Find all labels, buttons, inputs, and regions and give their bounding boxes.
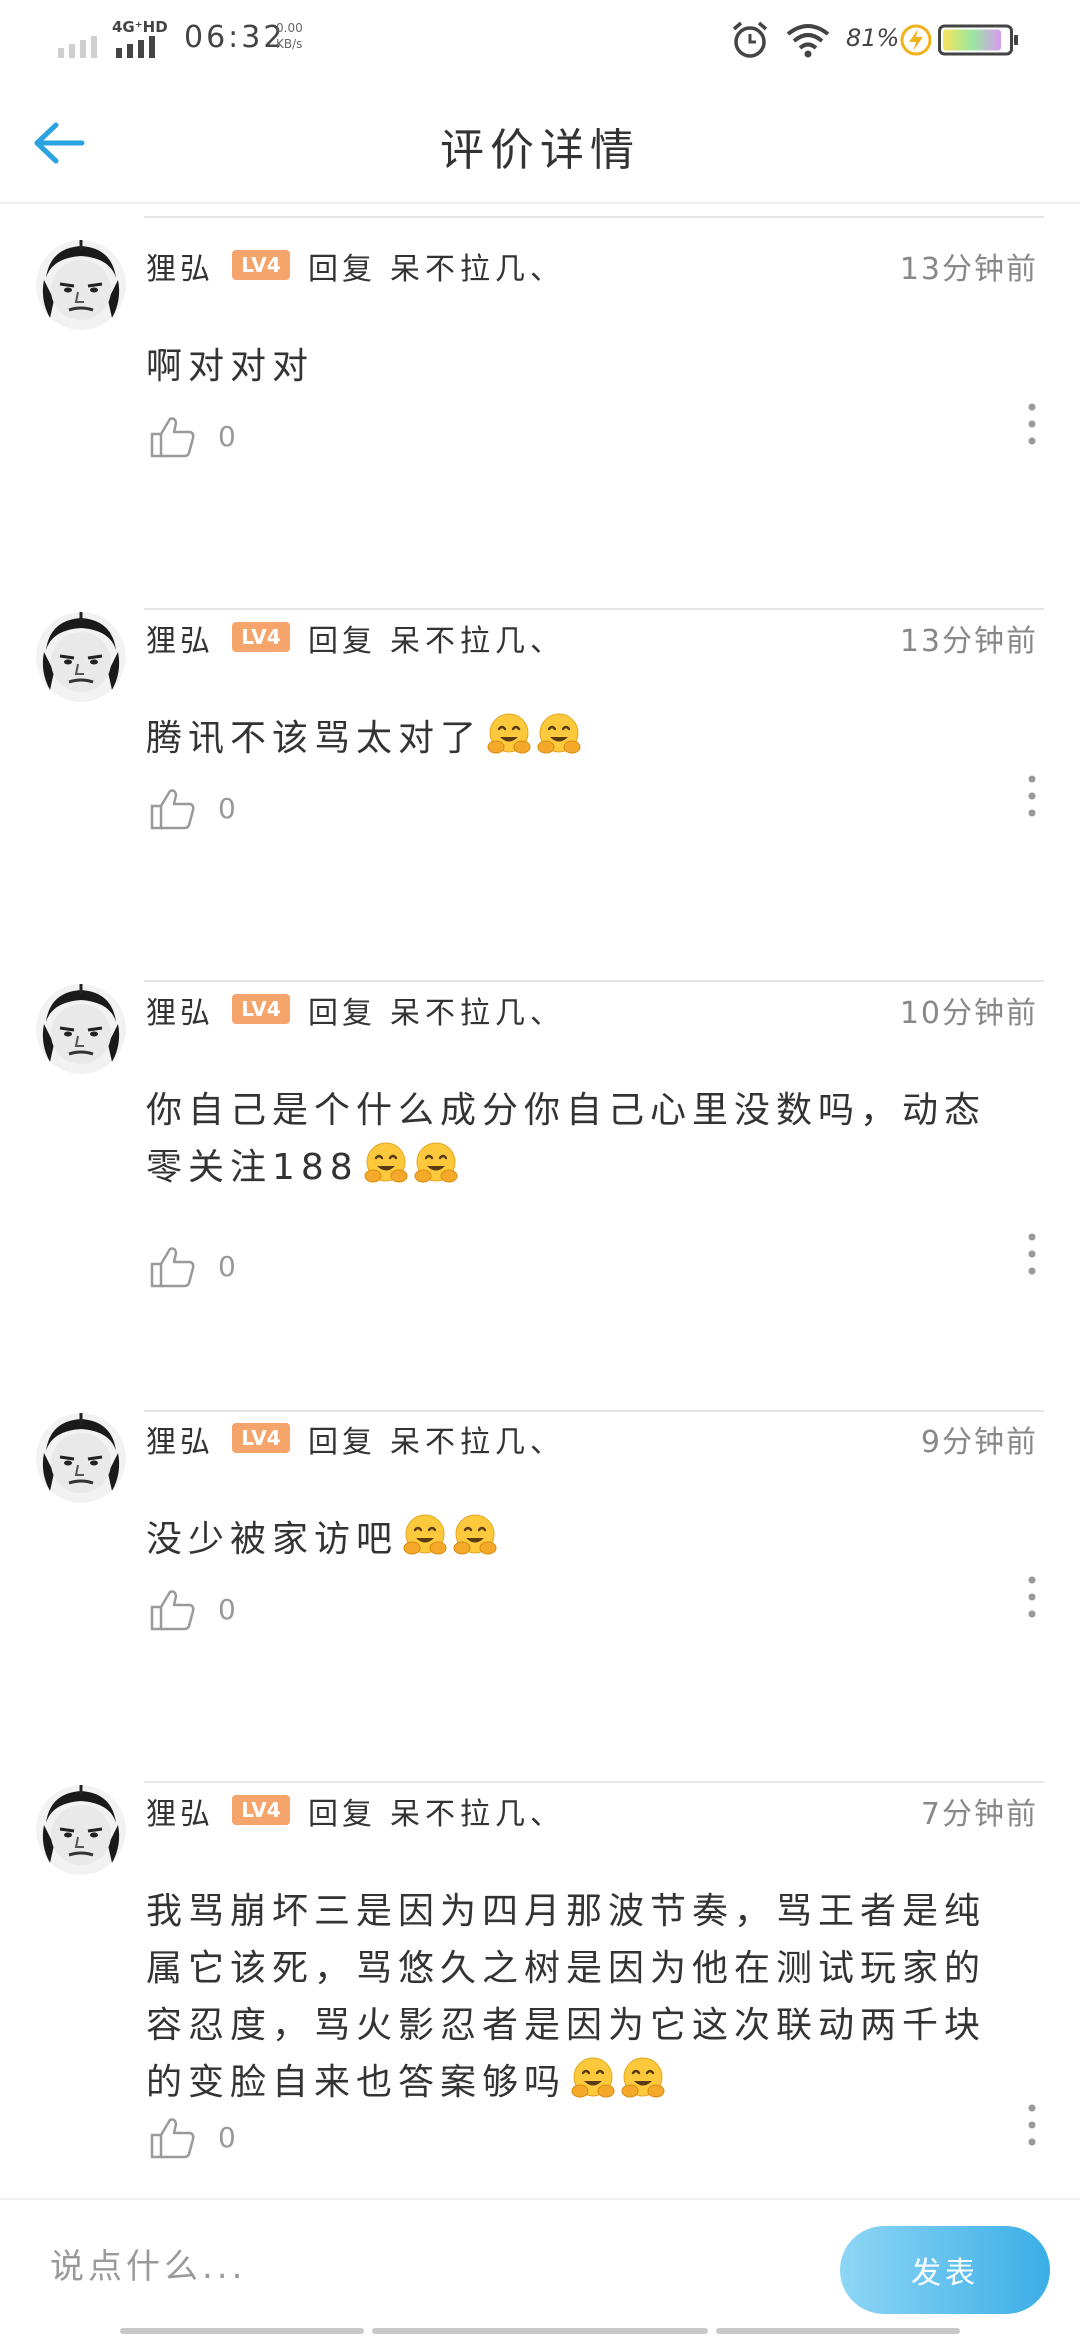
more-options-icon[interactable] [1028,2103,1036,2147]
reply-text-body: 你自己是个什么成分你自己心里没数吗，动态零关注188 [146,1090,987,1188]
alarm-icon [732,21,768,58]
user-name[interactable]: 狸弘 [146,616,214,660]
reply-text: 我骂崩坏三是因为四月那波节奏，骂王者是纯属它该死，骂悠久之树是因为他在测试玩家的… [146,1883,1026,2111]
user-name[interactable]: 狸弘 [146,988,214,1032]
level-badge: LV4 [232,994,290,1024]
timestamp: 9分钟前 [920,1425,1038,1460]
comment-composer: 发表 [0,2198,1080,2342]
hugging-face-emoji [487,713,531,754]
battery-percent: 81% [846,24,900,52]
more-options-icon[interactable] [1028,1575,1036,1619]
divider [144,608,1044,610]
nav-handle [372,2328,708,2334]
reply-text-body: 腾讯不该骂太对了 [146,718,483,759]
page-title: 评价详情 [440,125,640,176]
divider [144,1781,1044,1783]
reply-label: 回复 [308,1425,376,1460]
avatar[interactable] [36,1785,126,1875]
timestamp: 13分钟前 [899,252,1038,287]
divider [144,216,1044,218]
reply-label: 回复 [308,996,376,1031]
speed-unit: KB/s [276,37,303,51]
avatar[interactable] [36,984,126,1074]
header-bar: 评价详情 [0,80,1080,204]
hugging-face-emoji [364,1142,408,1183]
avatar[interactable] [36,612,126,702]
battery-icon [938,24,1018,56]
user-name[interactable]: 狸弘 [146,1417,214,1461]
reply-label: 回复 [308,1797,376,1832]
nav-handle [120,2328,364,2334]
like-count: 0 [218,2121,236,2154]
timestamp: 10分钟前 [899,996,1038,1031]
thumbs-up-icon[interactable] [150,2117,196,2159]
network-speed: 0.00 KB/s [276,20,303,52]
like-count: 0 [218,1593,236,1626]
thumbs-up-icon[interactable] [150,1589,196,1631]
hugging-face-emoji [537,713,581,754]
divider [144,1410,1044,1412]
level-badge: LV4 [232,1423,290,1453]
reply-target-name[interactable]: 呆不拉几、 [390,1789,565,1833]
reply-label: 回复 [308,252,376,287]
thumbs-up-icon[interactable] [150,416,196,458]
reply-text: 腾讯不该骂太对了 [146,710,1026,767]
more-options-icon[interactable] [1028,774,1036,818]
reply-target-name[interactable]: 呆不拉几、 [390,244,565,288]
hugging-face-emoji [571,2057,615,2098]
like-count: 0 [218,420,236,453]
reply-text-body: 我骂崩坏三是因为四月那波节奏，骂王者是纯属它该死，骂悠久之树是因为他在测试玩家的… [146,1891,987,2103]
reply-target-name[interactable]: 呆不拉几、 [390,988,565,1032]
send-button[interactable]: 发表 [840,2226,1050,2314]
like-count: 0 [218,1250,236,1283]
reply-text: 没少被家访吧 [146,1511,1026,1568]
reply-target-name[interactable]: 呆不拉几、 [390,1417,565,1461]
nav-handle [716,2328,960,2334]
divider [144,980,1044,982]
thumbs-up-icon[interactable] [150,1246,196,1288]
charging-icon [900,24,932,56]
hugging-face-emoji [453,1514,497,1555]
speed-value: 0.00 [276,21,303,35]
level-badge: LV4 [232,250,290,280]
thumbs-up-icon[interactable] [150,788,196,830]
reply-text: 你自己是个什么成分你自己心里没数吗，动态零关注188 [146,1082,1026,1196]
hugging-face-emoji [403,1514,447,1555]
level-badge: LV4 [232,622,290,652]
like-count: 0 [218,792,236,825]
reply-label: 回复 [308,624,376,659]
hugging-face-emoji [414,1142,458,1183]
user-name[interactable]: 狸弘 [146,244,214,288]
level-badge: LV4 [232,1795,290,1825]
more-options-icon[interactable] [1028,402,1036,446]
timestamp: 7分钟前 [920,1797,1038,1832]
clock: 06:32 [184,20,286,55]
reply-target-name[interactable]: 呆不拉几、 [390,616,565,660]
status-bar: 4G⁺HD 06:32 0.00 KB/s 81% [0,0,1080,80]
reply-text-body: 没少被家访吧 [146,1519,399,1560]
comment-input[interactable] [48,2230,812,2304]
reply-text-body: 啊对对对 [146,346,315,387]
timestamp: 13分钟前 [899,624,1038,659]
reply-list[interactable]: 狸弘 LV4 回复 呆不拉几、 13分钟前 啊对对对 0 狸弘 LV4 回复 呆不拉几、 13分钟前腾… [0,202,1080,2202]
avatar[interactable] [36,240,126,330]
more-options-icon[interactable] [1028,1232,1036,1276]
user-name[interactable]: 狸弘 [146,1789,214,1833]
avatar[interactable] [36,1413,126,1503]
network-type: 4G⁺HD [112,18,168,36]
wifi-icon [786,24,830,58]
reply-text: 啊对对对 [146,338,1026,395]
hugging-face-emoji [621,2057,665,2098]
